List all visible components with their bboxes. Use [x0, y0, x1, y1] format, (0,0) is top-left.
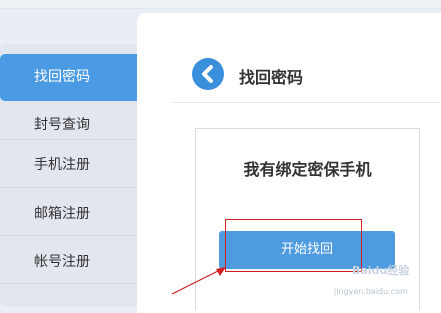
page-title: 找回密码	[239, 68, 304, 87]
card-title: 我有绑定密保手机	[243, 160, 372, 179]
title-divider	[172, 102, 441, 103]
sidebar-item-phone-register[interactable]: 手机注册	[0, 142, 137, 189]
sidebar: 找回密码 封号查询 手机注册 邮箱注册 帐号注册	[0, 44, 137, 306]
sidebar-divider	[0, 187, 137, 188]
sidebar-item-email-register[interactable]: 邮箱注册	[0, 191, 137, 238]
sidebar-divider	[0, 139, 137, 140]
sidebar-item-retrieve-password[interactable]: 找回密码	[0, 54, 137, 101]
sidebar-divider	[0, 235, 137, 236]
back-button[interactable]	[192, 58, 224, 90]
chevron-left-icon	[202, 65, 213, 83]
sidebar-divider	[0, 283, 137, 284]
annotation-highlight-box	[225, 219, 362, 272]
annotation-arrow-icon	[171, 267, 226, 295]
watermark-text: Baidu经验	[352, 264, 410, 277]
watermark-url: jingyan.baidu.com	[334, 287, 408, 296]
top-bar	[0, 0, 441, 9]
sidebar-item-account-register[interactable]: 帐号注册	[0, 239, 137, 286]
